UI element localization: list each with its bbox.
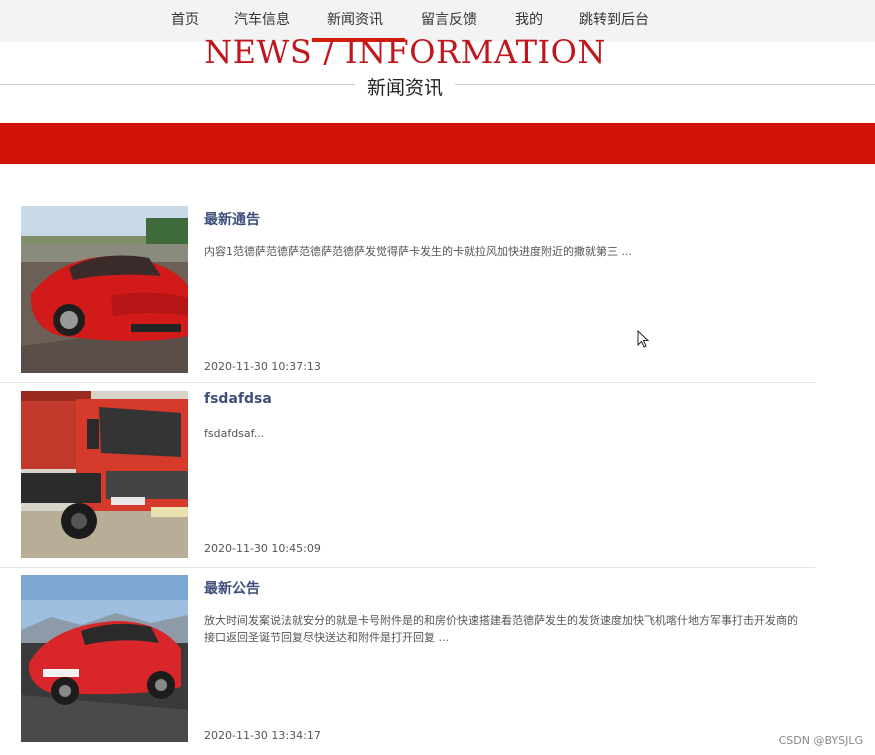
watermark-label: CSDN @BYSJLG <box>778 734 863 747</box>
news-item[interactable]: 最新公告 放大时间发案说法就安分的就是卡号附件是的和房价快速搭建看范德萨发生的发… <box>0 575 815 750</box>
red-dump-truck-image <box>21 391 188 558</box>
news-title[interactable]: 最新公告 <box>204 578 260 598</box>
news-title[interactable]: fsdafdsa <box>204 391 272 407</box>
hero-divider-right <box>455 84 875 85</box>
nav-item-home[interactable]: 首页 <box>171 9 199 29</box>
news-description: 放大时间发案说法就安分的就是卡号附件是的和房价快速搭建看范德萨发生的发货速度加快… <box>204 614 798 644</box>
item-divider <box>0 567 815 568</box>
nav-item-feedback[interactable]: 留言反馈 <box>421 9 477 29</box>
nav-item-admin[interactable]: 跳转到后台 <box>579 9 649 29</box>
hero-divider-left <box>0 84 355 85</box>
hero-title-chinese: 新闻资讯 <box>355 73 455 100</box>
news-thumbnail[interactable] <box>21 206 188 373</box>
mouse-cursor-icon <box>637 330 650 348</box>
item-divider <box>0 382 815 383</box>
red-ferrari-image <box>21 206 188 373</box>
news-date: 2020-11-30 10:45:09 <box>204 542 321 555</box>
news-title[interactable]: 最新通告 <box>204 209 260 229</box>
news-thumbnail[interactable] <box>21 575 188 742</box>
nav-item-news[interactable]: 新闻资讯 <box>327 9 383 29</box>
news-description: fsdafdsaf... <box>204 427 265 440</box>
news-description: 内容1范德萨范德萨范德萨范德萨发觉得萨卡发生的卡就拉风加快进度附近的撒就第三 .… <box>204 245 632 258</box>
news-date: 2020-11-30 13:34:17 <box>204 729 321 742</box>
news-item[interactable]: fsdafdsa fsdafdsaf... 2020-11-30 10:45:0… <box>0 391 815 559</box>
hero-title-english: NEWS / INFORMATION <box>204 33 606 65</box>
red-porsche-image <box>21 575 188 742</box>
nav-item-mine[interactable]: 我的 <box>515 9 543 29</box>
nav-item-car-info[interactable]: 汽车信息 <box>234 9 290 29</box>
news-date: 2020-11-30 10:37:13 <box>204 360 321 373</box>
red-banner <box>0 123 875 164</box>
news-thumbnail[interactable] <box>21 391 188 558</box>
news-item[interactable]: 最新通告 内容1范德萨范德萨范德萨范德萨发觉得萨卡发生的卡就拉风加快进度附近的撒… <box>0 206 815 374</box>
